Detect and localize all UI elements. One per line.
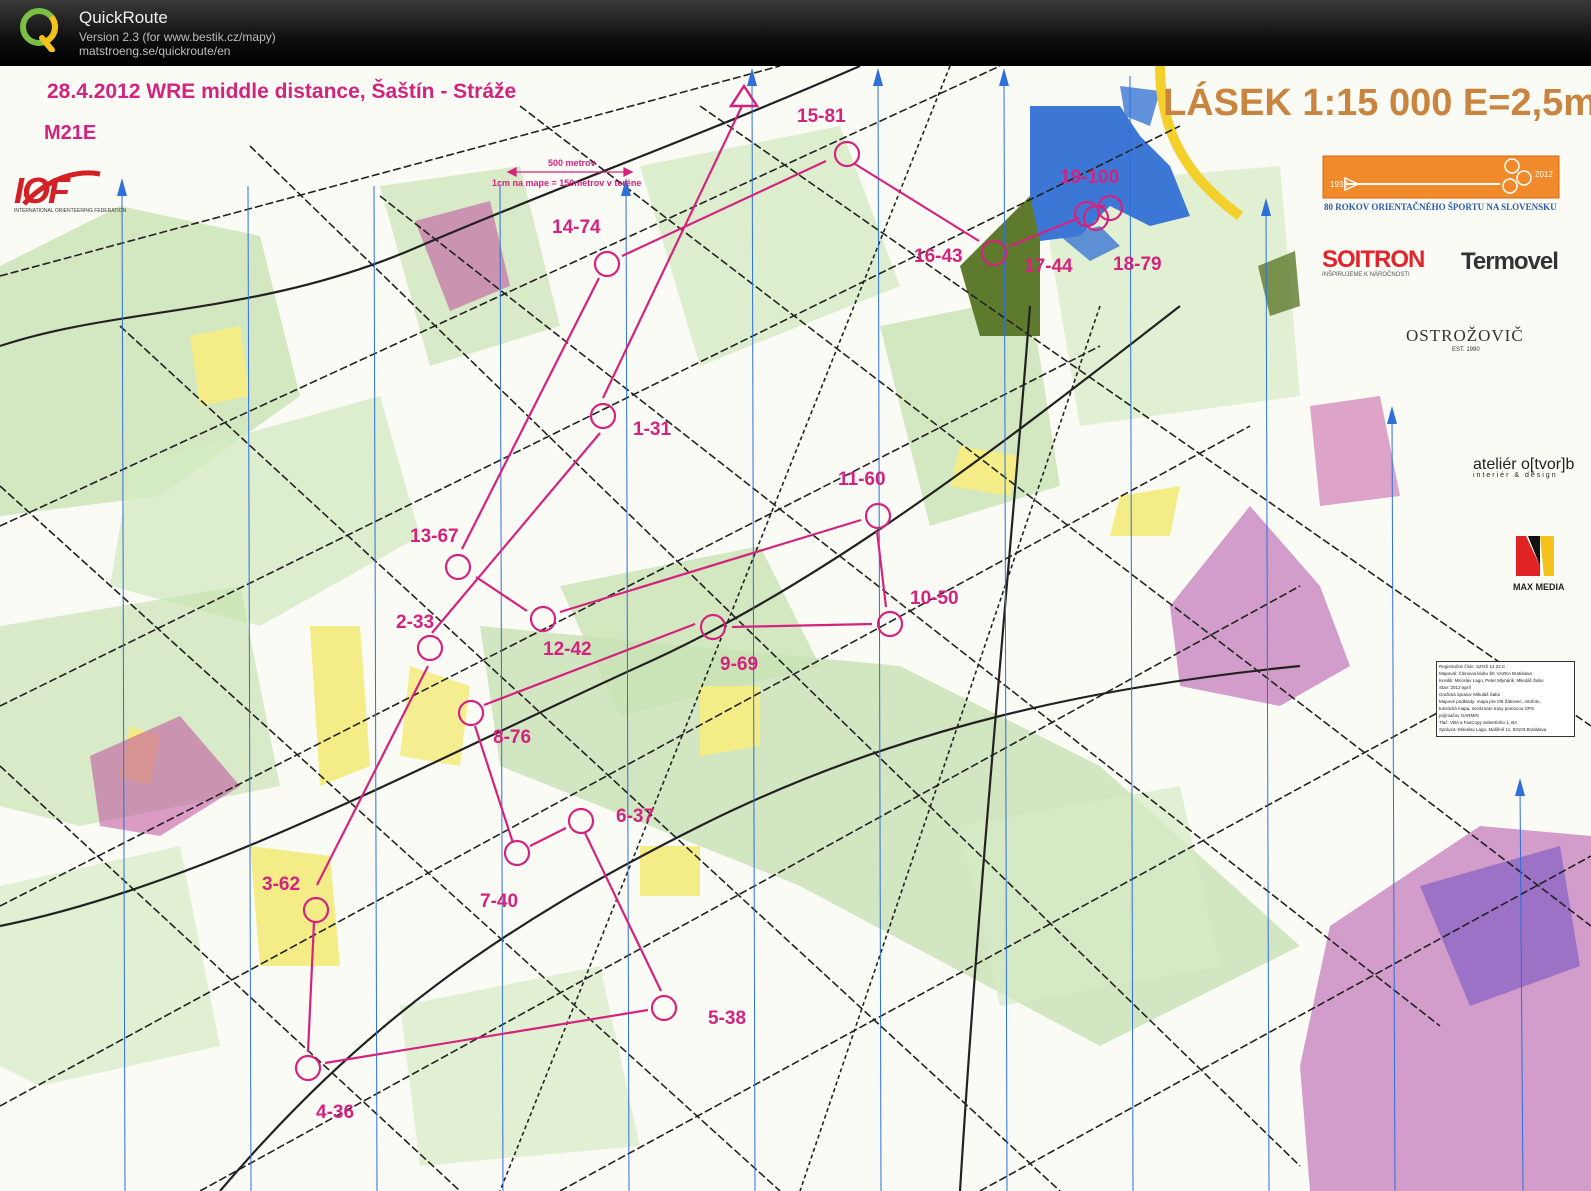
control-label: 6-37 bbox=[616, 806, 655, 827]
control-label: 14-74 bbox=[552, 217, 601, 238]
control-label: 5-38 bbox=[708, 1008, 747, 1029]
control-label: 18-79 bbox=[1113, 254, 1162, 275]
iof-logo: IOF bbox=[14, 170, 70, 211]
info-line: Stav: 2012-apríl bbox=[1439, 685, 1471, 690]
anniversary-banner-graphic bbox=[1322, 155, 1560, 199]
info-line: Mapové podklady: mapa pre OB Žákovec, or… bbox=[1439, 699, 1541, 704]
info-line: Správca: Miroslav Lago, Mašlíně 11, 8310… bbox=[1439, 727, 1547, 732]
map-graphics bbox=[0, 66, 1591, 1191]
scale-bar-note: 1cm na mape = 150metrov v teréne bbox=[492, 178, 642, 188]
sponsor-soitron-tagline: INŠPIRUJEME K NÁROČNOSTI bbox=[1322, 272, 1410, 278]
control-label: 9-69 bbox=[720, 654, 759, 675]
app-title-bar: QuickRoute Version 2.3 (for www.bestik.c… bbox=[0, 0, 1591, 66]
anniversary-year-end: 2012 bbox=[1535, 170, 1553, 179]
sponsor-maxmedia: MAX MEDIA bbox=[1513, 582, 1565, 592]
control-label: 1-31 bbox=[633, 419, 672, 440]
course-name: M21E bbox=[44, 122, 97, 144]
sponsor-termovel: Termovel bbox=[1461, 248, 1559, 275]
map-info-box: Registračné číslo: SZOŠ 12.22.C Mapoval:… bbox=[1436, 661, 1575, 737]
anniversary-text: 80 ROKOV ORIENTAČNÉHO ŠPORTU NA SLOVENSK… bbox=[1324, 202, 1557, 212]
info-line: Registračné číslo: SZOŠ 12.22.C bbox=[1439, 664, 1506, 669]
control-label: 16-43 bbox=[914, 246, 963, 267]
info-line: Tlač: VBA a FaxCopy Sebertínho 1, BA bbox=[1439, 720, 1518, 725]
app-version: Version 2.3 (for www.bestik.cz/mapy) bbox=[79, 30, 276, 44]
event-title: 28.4.2012 WRE middle distance, Šaštín - … bbox=[47, 80, 517, 103]
iof-logo-subtitle: INTERNATIONAL ORIENTEERING FEDERATION bbox=[14, 208, 127, 214]
control-label: 15-81 bbox=[797, 106, 846, 127]
app-name: QuickRoute bbox=[79, 8, 168, 27]
control-label: 13-67 bbox=[410, 526, 459, 547]
control-label: 10-50 bbox=[910, 588, 959, 609]
sponsor-ostrozovic-est: EST. 1990 bbox=[1452, 347, 1480, 353]
control-label: 7-40 bbox=[480, 891, 519, 912]
map-title: LÁSEK 1:15 000 E=2,5m bbox=[1163, 82, 1591, 124]
orienteering-map[interactable]: 28.4.2012 WRE middle distance, Šaštín - … bbox=[0, 66, 1591, 1191]
control-label: 8-76 bbox=[493, 727, 532, 748]
control-label: 3-62 bbox=[262, 874, 301, 895]
info-line: Mapoval: Členovia klubu ŠK VAZKA Bratisl… bbox=[1439, 671, 1532, 676]
control-label: 17-44 bbox=[1024, 256, 1073, 277]
info-line: prijímačov GARMIN bbox=[1439, 713, 1479, 718]
app-url: matstroeng.se/quickroute/en bbox=[79, 44, 231, 58]
info-line: Kreslili: Miroslav Lago, Peter Mlynárik,… bbox=[1439, 678, 1544, 683]
quickroute-logo-icon bbox=[20, 8, 58, 52]
control-label: 11-60 bbox=[838, 469, 886, 490]
sponsor-ostrozovic: OSTROŽOVIČ bbox=[1406, 326, 1524, 345]
control-label: 4-36 bbox=[316, 1102, 355, 1123]
sponsor-atelier-tagline: interiér & design bbox=[1473, 472, 1558, 479]
info-line: turistická mapa, nezáznam trasy pomocou … bbox=[1439, 706, 1535, 711]
control-label: 12-42 bbox=[543, 639, 592, 660]
anniversary-year-start: 1932 bbox=[1330, 180, 1348, 189]
sponsor-soitron: SOITRON bbox=[1322, 246, 1425, 273]
control-label: 2-33 bbox=[396, 612, 435, 633]
control-label: 19-100 bbox=[1060, 167, 1120, 188]
info-line: Grafická úprava: Mikuláš Šabo bbox=[1439, 692, 1501, 697]
scale-bar-length: 500 metrov bbox=[548, 158, 596, 168]
maxmedia-logo-icon bbox=[1516, 536, 1554, 576]
